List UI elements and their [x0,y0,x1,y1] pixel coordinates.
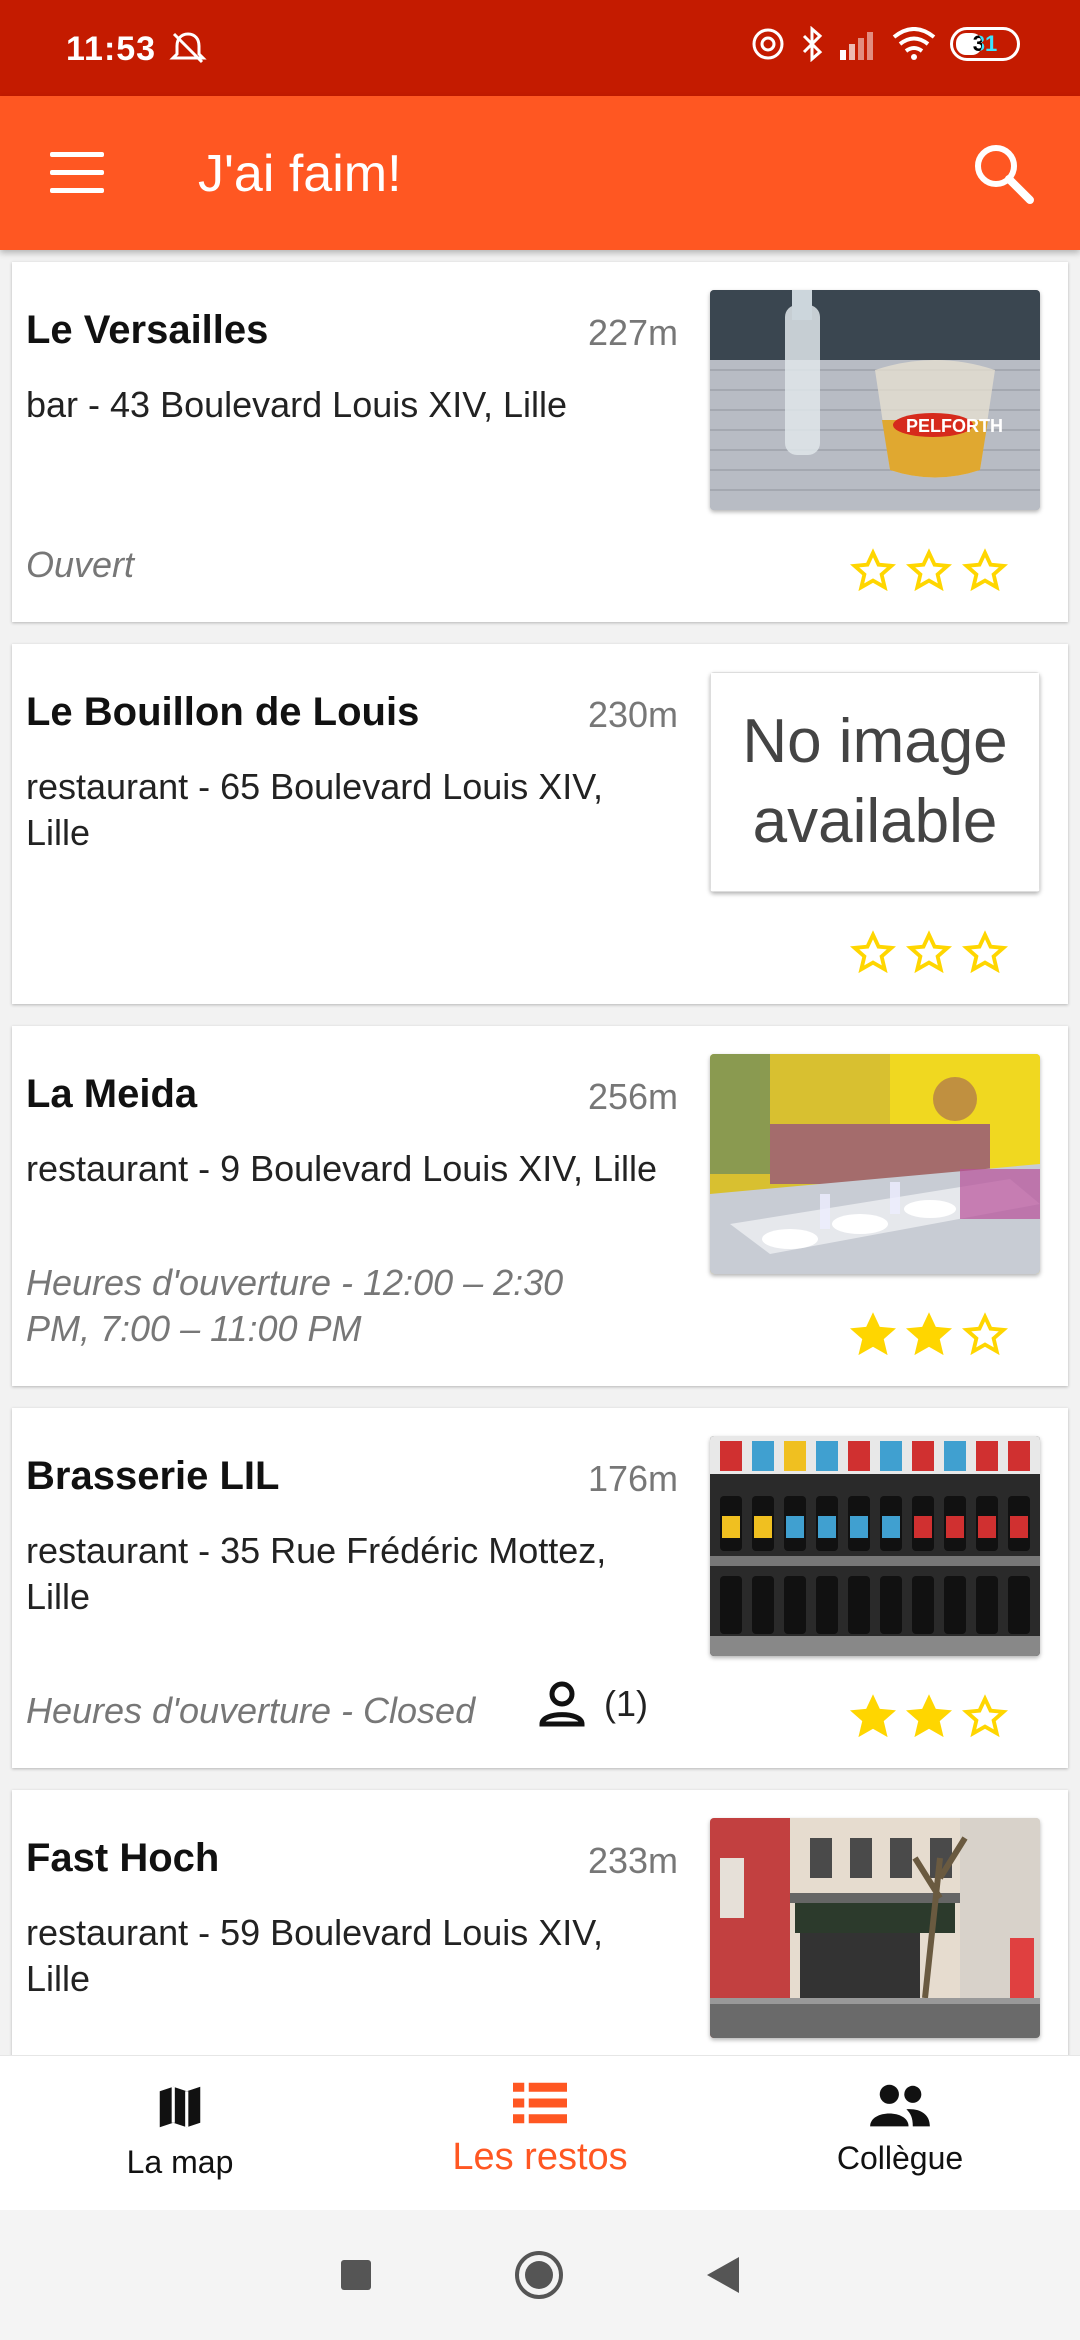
restaurant-address: bar - 43 Boulevard Louis XIV, Lille [26,384,568,425]
restaurant-hours: Heures d'ouverture - 12:00 – 2:30 PM, 7:… [26,1262,564,1349]
restaurant-photo [710,1818,1040,2038]
rating-stars [850,930,1008,976]
person-icon [539,1681,585,1727]
restaurant-distance: 256m [587,1076,678,1117]
battery-indicator: 31 [950,27,1020,61]
tab-colleague-label: Collègue [836,2140,964,2176]
people-icon [870,2084,930,2127]
home-button-icon[interactable] [513,2249,565,2301]
list-icon [513,2082,567,2124]
workmates-count: (1) [532,1674,648,1734]
restaurant-name: Le Bouillon de Louis [26,690,420,734]
app-bar: J'ai faim! [0,96,1080,250]
rating-stars [850,1694,1008,1740]
restaurant-distance: 176m [587,1458,678,1499]
star-outline-icon [906,548,952,592]
tab-restos-label: Les restos [452,2136,628,2178]
search-icon[interactable] [970,140,1036,206]
restaurant-distance: 227m [587,312,678,353]
restaurant-card[interactable]: Le Versailles 227m bar - 43 Boulevard Lo… [12,262,1068,622]
restaurant-card[interactable]: Fast Hoch 233m restaurant - 59 Boulevard… [12,1790,1068,2055]
system-nav-bar [0,2210,1080,2340]
signal-icon [840,32,873,60]
star-outline-icon [962,1694,1008,1738]
no-image-text: No image available [710,672,1040,892]
restaurant-distance: 230m [587,694,678,735]
recents-button-icon[interactable] [339,2258,373,2292]
map-icon [159,2086,201,2128]
star-outline-icon [962,548,1008,592]
back-button-icon[interactable] [705,2255,741,2295]
status-icons: 31 [750,26,1020,62]
tab-restos[interactable]: Les restos [360,2056,720,2210]
restaurant-card[interactable]: La Meida 256m restaurant - 9 Boulevard L… [12,1026,1068,1386]
restaurant-hours: Heures d'ouverture - Closed [26,1690,476,1731]
workmates-count-label: (1) [604,1683,648,1724]
restaurant-name: La Meida [26,1072,198,1116]
star-outline-icon [906,930,952,974]
svg-text:PELFORTH: PELFORTH [906,416,1003,436]
restaurant-photo-placeholder: No image available [710,672,1040,892]
star-filled-icon [906,1312,952,1356]
restaurant-name: Fast Hoch [26,1836,220,1880]
bottom-navigation: La map Les restos Collègue [0,2055,1080,2210]
restaurant-name: Brasserie LIL [26,1454,280,1498]
restaurant-card[interactable]: Le Bouillon de Louis 230m restaurant - 6… [12,644,1068,1004]
hotspot-icon [752,28,784,60]
star-filled-icon [850,1312,896,1356]
restaurant-hours: Ouvert [26,544,135,585]
restaurant-distance: 233m [587,1840,678,1881]
status-time: 11:53 [66,30,157,68]
star-outline-icon [850,548,896,592]
bluetooth-icon [802,26,823,62]
tab-colleague[interactable]: Collègue [720,2056,1080,2210]
star-outline-icon [850,930,896,974]
restaurant-address: restaurant - 65 Boulevard Louis XIV, Lil… [26,766,604,853]
restaurant-address: restaurant - 35 Rue Frédéric Mottez, Lil… [26,1530,607,1617]
restaurant-photo [710,1436,1040,1656]
star-filled-icon [906,1694,952,1738]
restaurant-list[interactable]: Le Versailles 227m bar - 43 Boulevard Lo… [0,250,1080,2055]
restaurant-name: Le Versailles [26,308,269,352]
alarm-off-icon [169,32,207,64]
menu-icon[interactable] [50,152,104,194]
star-outline-icon [962,1312,1008,1356]
wifi-icon [892,27,936,60]
tab-map-label: La map [126,2144,234,2180]
restaurant-card[interactable]: Brasserie LIL 176m restaurant - 35 Rue F… [12,1408,1068,1768]
status-bar: 11:53 31 [0,0,1080,96]
restaurant-photo [710,1054,1040,1274]
restaurant-address: restaurant - 9 Boulevard Louis XIV, Lill… [26,1148,658,1189]
tab-map[interactable]: La map [0,2056,360,2210]
rating-stars [850,548,1008,594]
app-title: J'ai faim! [198,145,402,203]
star-outline-icon [962,930,1008,974]
restaurant-photo: PELFORTH [710,290,1040,510]
battery-level: 31 [972,31,998,56]
restaurant-address: restaurant - 59 Boulevard Louis XIV, Lil… [26,1912,604,1999]
rating-stars [850,1312,1008,1358]
star-filled-icon [850,1694,896,1738]
